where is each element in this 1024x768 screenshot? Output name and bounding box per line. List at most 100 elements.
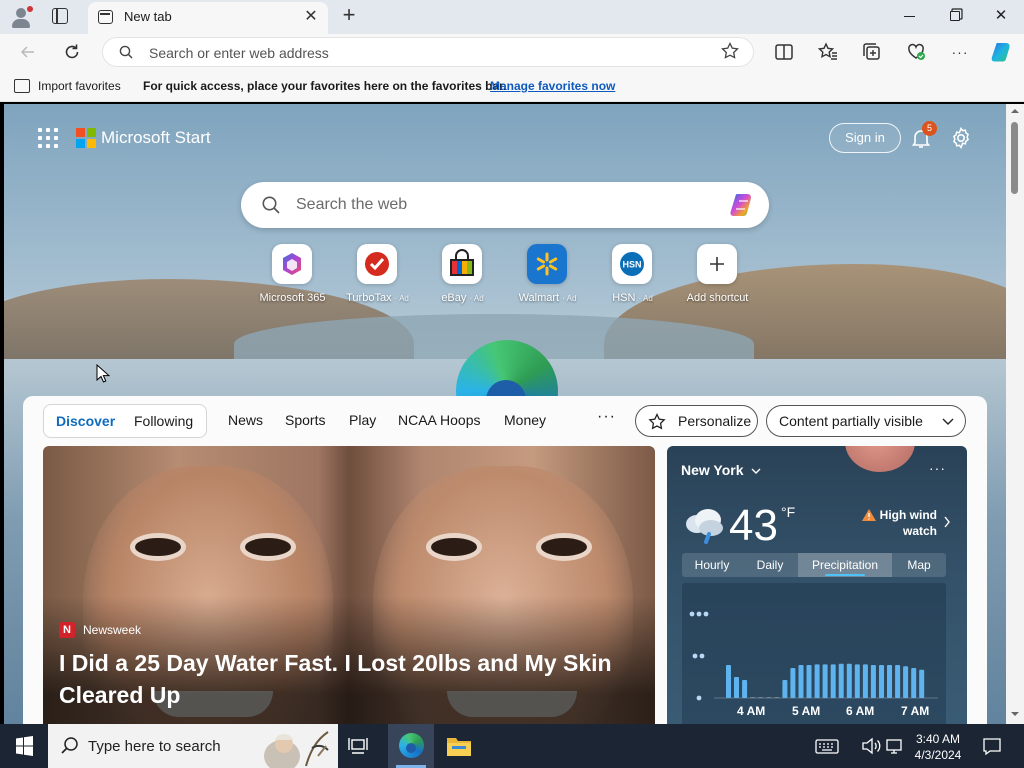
notification-center-icon[interactable]	[982, 736, 1002, 756]
file-explorer-icon[interactable]	[446, 735, 472, 757]
tab-title: New tab	[124, 9, 172, 24]
weather-more-button[interactable]: ···	[929, 460, 946, 476]
nav-ncaa-hoops[interactable]: NCAA Hoops	[398, 412, 480, 428]
tab-following[interactable]: Following	[134, 413, 193, 429]
nav-more-button[interactable]: ···	[597, 408, 616, 426]
close-tab-button[interactable]: ✕	[302, 8, 320, 26]
feed-nav: Discover Following News Sports Play NCAA…	[23, 396, 987, 442]
minimize-button[interactable]	[886, 0, 932, 32]
arrow-left-icon	[20, 46, 34, 58]
volume-icon[interactable]	[861, 737, 881, 755]
page-settings-gear-icon[interactable]	[949, 126, 973, 150]
copilot-icon[interactable]	[727, 191, 757, 219]
add-favorite-star-icon[interactable]	[721, 42, 739, 60]
ms-start-title[interactable]: Microsoft Start	[101, 128, 211, 148]
weather-card: New York ··· 43 °F High wind watch Hourl…	[667, 446, 967, 724]
precipitation-bar	[790, 668, 796, 698]
svg-text:HSN: HSN	[622, 260, 641, 270]
restore-button[interactable]	[932, 0, 978, 32]
plus-icon	[710, 257, 724, 271]
tab-new-tab[interactable]: New tab ✕	[88, 2, 328, 34]
manage-favorites-link[interactable]: Manage favorites now	[490, 79, 615, 93]
shortcut-hsn[interactable]: HSN HSN · Ad	[590, 242, 675, 312]
chevron-down-icon[interactable]	[751, 466, 761, 476]
precipitation-bar	[895, 665, 901, 698]
page-scrollbar[interactable]	[1006, 104, 1024, 724]
chart-time-label: 5 AM	[792, 704, 821, 718]
taskbar-edge-button[interactable]	[388, 724, 434, 768]
new-tab-page: Microsoft Start Sign in 5 Search the web…	[4, 104, 1006, 724]
refresh-button[interactable]	[58, 38, 86, 66]
network-icon[interactable]	[884, 737, 904, 755]
chevron-right-icon[interactable]	[943, 516, 951, 528]
weather-tab-daily[interactable]: Daily	[742, 558, 798, 572]
shortcut-label: HSN	[612, 292, 636, 304]
scroll-down-icon[interactable]	[1011, 710, 1019, 718]
favorites-icon[interactable]	[814, 38, 842, 66]
nav-money[interactable]: Money	[504, 412, 546, 428]
shortcut-microsoft-365[interactable]: Microsoft 365	[250, 242, 335, 312]
shortcut-walmart[interactable]: Walmart · Ad	[505, 242, 590, 312]
news-feed: Discover Following News Sports Play NCAA…	[23, 396, 987, 724]
weather-background-moon	[845, 446, 915, 472]
shortcut-ebay[interactable]: eBay · Ad	[420, 242, 505, 312]
browser-essentials-icon[interactable]	[902, 38, 930, 66]
feed-mode-toggle: Discover Following	[43, 404, 207, 438]
address-input[interactable]: Search or enter web address	[149, 45, 329, 61]
nav-play[interactable]: Play	[349, 412, 376, 428]
hero-image	[245, 538, 291, 556]
precipitation-bar	[774, 697, 780, 698]
microsoft-logo-icon	[76, 128, 96, 148]
back-button[interactable]	[14, 38, 42, 66]
hero-headline[interactable]: I Did a 25 Day Water Fast. I Lost 20lbs …	[59, 647, 639, 711]
task-view-icon[interactable]	[346, 736, 370, 756]
tab-actions-icon[interactable]	[52, 8, 68, 24]
shortcut-label: Add shortcut	[686, 292, 749, 304]
newsweek-logo-icon: N	[59, 622, 75, 638]
keyboard-icon[interactable]	[815, 737, 839, 755]
nav-sports[interactable]: Sports	[285, 412, 325, 428]
address-bar[interactable]: Search or enter web address	[102, 37, 754, 67]
chart-time-label: 7 AM	[901, 704, 930, 718]
precipitation-chart: 4 AM 5 AM 6 AM 7 AM	[682, 583, 946, 724]
personalize-button[interactable]: Personalize	[635, 405, 758, 437]
web-search-input[interactable]: Search the web	[296, 196, 407, 214]
windows-start-icon[interactable]	[0, 724, 48, 768]
hero-source[interactable]: Newsweek	[83, 623, 141, 637]
weather-tab-hourly[interactable]: Hourly	[682, 558, 742, 572]
microsoft-365-icon	[283, 253, 301, 275]
web-search-box[interactable]: Search the web	[241, 182, 769, 228]
nav-news[interactable]: News	[228, 412, 263, 428]
sparkle-star-icon	[648, 413, 666, 430]
shortcut-label: eBay	[441, 292, 467, 304]
weather-city[interactable]: New York	[681, 462, 744, 478]
hero-news-card[interactable]: N Newsweek I Did a 25 Day Water Fast. I …	[43, 446, 655, 724]
tab-discover[interactable]: Discover	[56, 413, 115, 429]
content-visibility-dropdown[interactable]: Content partially visible	[766, 405, 966, 437]
copilot-icon[interactable]	[988, 38, 1016, 66]
new-tab-button[interactable]: +	[338, 4, 360, 27]
weather-tab-map[interactable]: Map	[892, 558, 946, 572]
app-launcher-icon[interactable]	[38, 128, 58, 148]
weather-alert[interactable]: High wind watch	[863, 507, 937, 539]
settings-and-more-button[interactable]: ···	[946, 38, 974, 66]
close-window-button[interactable]: ✕	[978, 0, 1024, 32]
collections-icon[interactable]	[858, 38, 886, 66]
precipitation-bar	[879, 665, 884, 698]
taskbar-search-box[interactable]: Type here to search	[48, 724, 338, 768]
taskbar-search-input[interactable]: Type here to search	[88, 738, 221, 755]
system-clock[interactable]: 3:40 AM 4/3/2024	[906, 731, 970, 763]
notification-count-badge: 5	[922, 121, 937, 136]
precipitation-bar	[782, 680, 788, 698]
split-screen-icon[interactable]	[770, 38, 798, 66]
add-shortcut-button[interactable]: Add shortcut	[675, 242, 760, 312]
cloud-rain-icon	[686, 509, 723, 544]
sign-in-button[interactable]: Sign in	[829, 123, 901, 153]
scrollbar-thumb[interactable]	[1011, 122, 1018, 194]
import-favorites-button[interactable]: Import favorites	[38, 79, 121, 93]
profile-icon[interactable]	[10, 5, 34, 29]
shortcut-turbotax[interactable]: TurboTax · Ad	[335, 242, 420, 312]
scroll-up-icon[interactable]	[1011, 107, 1019, 115]
precipitation-bar	[806, 665, 812, 698]
precipitation-bar	[750, 697, 756, 698]
